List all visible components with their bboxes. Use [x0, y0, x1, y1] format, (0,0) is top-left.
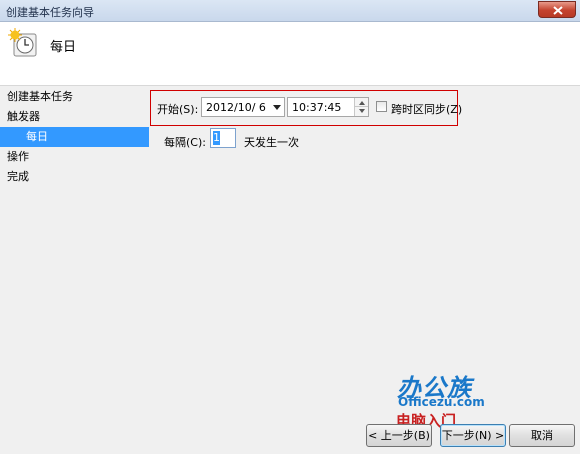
start-time-value: 10:37:45 — [292, 101, 342, 114]
spin-up-icon[interactable] — [359, 101, 365, 105]
back-button[interactable]: < 上一步(B) — [366, 424, 432, 447]
start-date-picker[interactable]: 2012/10/ 6 — [201, 97, 285, 117]
next-button[interactable]: 下一步(N) > — [440, 424, 506, 447]
start-settings-highlight: 开始(S): 2012/10/ 6 10:37:45 跨时区同步(Z) — [150, 90, 462, 126]
close-button[interactable] — [538, 1, 576, 18]
step-trigger: 触发器 — [7, 110, 40, 123]
step-action: 操作 — [7, 150, 29, 163]
watermark-site: Officezu.com — [398, 395, 485, 409]
page-heading: 每日 — [50, 40, 77, 55]
recur-days-value: 1 — [213, 131, 220, 145]
start-time-picker[interactable]: 10:37:45 — [287, 97, 369, 117]
close-icon — [553, 6, 563, 15]
wizard-steps: 创建基本任务 触发器 每日 操作 完成 — [0, 87, 150, 187]
watermark-logo: 办公族 Officezu.com 电脑入门 — [394, 368, 486, 430]
cancel-button[interactable]: 取消 — [509, 424, 575, 447]
sync-timezone-label[interactable]: 跨时区同步(Z) — [391, 101, 462, 117]
step-daily: 每日 — [0, 127, 149, 147]
start-label: 开始(S): — [157, 103, 199, 116]
chevron-down-icon — [273, 105, 281, 110]
wizard-header: 每日 — [0, 22, 580, 86]
step-create-basic-task: 创建基本任务 — [7, 90, 73, 103]
recur-suffix: 天发生一次 — [244, 136, 299, 149]
window-title: 创建基本任务向导 — [6, 6, 94, 19]
sync-timezone-checkbox[interactable] — [376, 101, 387, 112]
recur-days-input[interactable]: 1 — [210, 128, 236, 148]
time-spinner[interactable] — [354, 98, 368, 116]
title-bar: 创建基本任务向导 — [0, 0, 580, 22]
step-finish: 完成 — [7, 170, 29, 183]
recur-label: 每隔(C): — [164, 136, 206, 149]
spin-down-icon[interactable] — [359, 109, 365, 113]
start-date-value: 2012/10/ 6 — [206, 101, 266, 114]
task-scheduler-icon — [8, 28, 37, 57]
